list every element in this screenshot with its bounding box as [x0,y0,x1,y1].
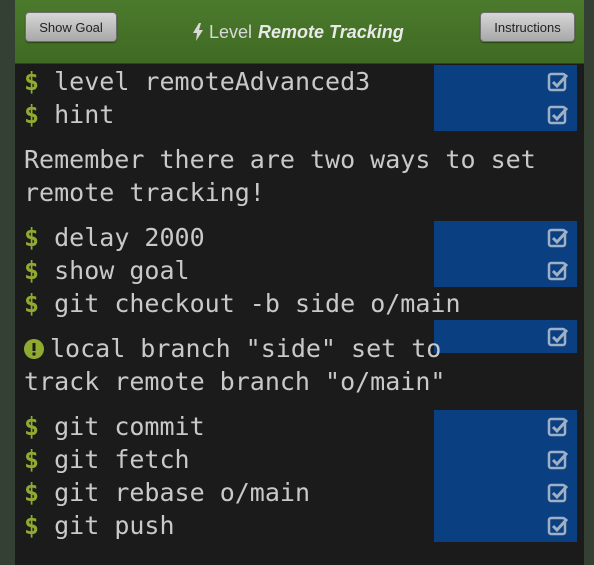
level-prefix: Level [209,21,253,42]
command-text: hint [54,100,115,129]
prompt-symbol: $ [24,256,40,285]
show-goal-button[interactable]: Show Goal [25,12,117,42]
command-line: $ git rebase o/main [15,476,584,509]
command-text: level remoteAdvanced3 [54,67,371,96]
command-line: $ git checkout -b side o/main [15,287,584,320]
info-message-line: local branch "side" set to [50,334,442,363]
info-message-line: track remote branch "o/main" [24,367,446,396]
command-text: git rebase o/main [54,478,310,507]
command-text: git checkout -b side o/main [54,289,461,318]
command-line: $ git fetch [15,443,584,476]
command-line: $ delay 2000 [15,221,584,254]
prompt-symbol: $ [24,100,40,129]
prompt-symbol: $ [24,511,40,540]
instructions-button[interactable]: Instructions [480,12,575,42]
command-text: git fetch [54,445,190,474]
prompt-symbol: $ [24,223,40,252]
exclamation-circle-icon [24,339,44,359]
hint-message-line: Remember there are two ways to set [24,145,536,174]
command-text: git commit [54,412,205,441]
command-text: delay 2000 [54,223,205,252]
command-line: $ show goal [15,254,584,287]
prompt-symbol: $ [24,412,40,441]
command-line: $ level remoteAdvanced3 [15,65,584,98]
prompt-symbol: $ [24,289,40,318]
level-title: Level Remote Tracking [193,19,404,45]
prompt-symbol: $ [24,478,40,507]
level-header: Show Goal Level Remote Tracking Instruct… [15,0,584,64]
command-line: $ git push [15,509,584,542]
prompt-symbol: $ [24,67,40,96]
command-line: $ git commit [15,410,584,443]
command-text: git push [54,511,175,540]
level-panel: Show Goal Level Remote Tracking Instruct… [15,0,584,565]
prompt-symbol: $ [24,445,40,474]
level-name: Remote Tracking [258,21,404,42]
info-message: local branch "side" set to track remote … [24,332,564,398]
command-line: $ hint [15,98,584,131]
hint-message: Remember there are two ways to set remot… [24,143,564,209]
bolt-icon [193,23,203,41]
hint-message-line: remote tracking! [24,178,265,207]
command-text: show goal [54,256,190,285]
